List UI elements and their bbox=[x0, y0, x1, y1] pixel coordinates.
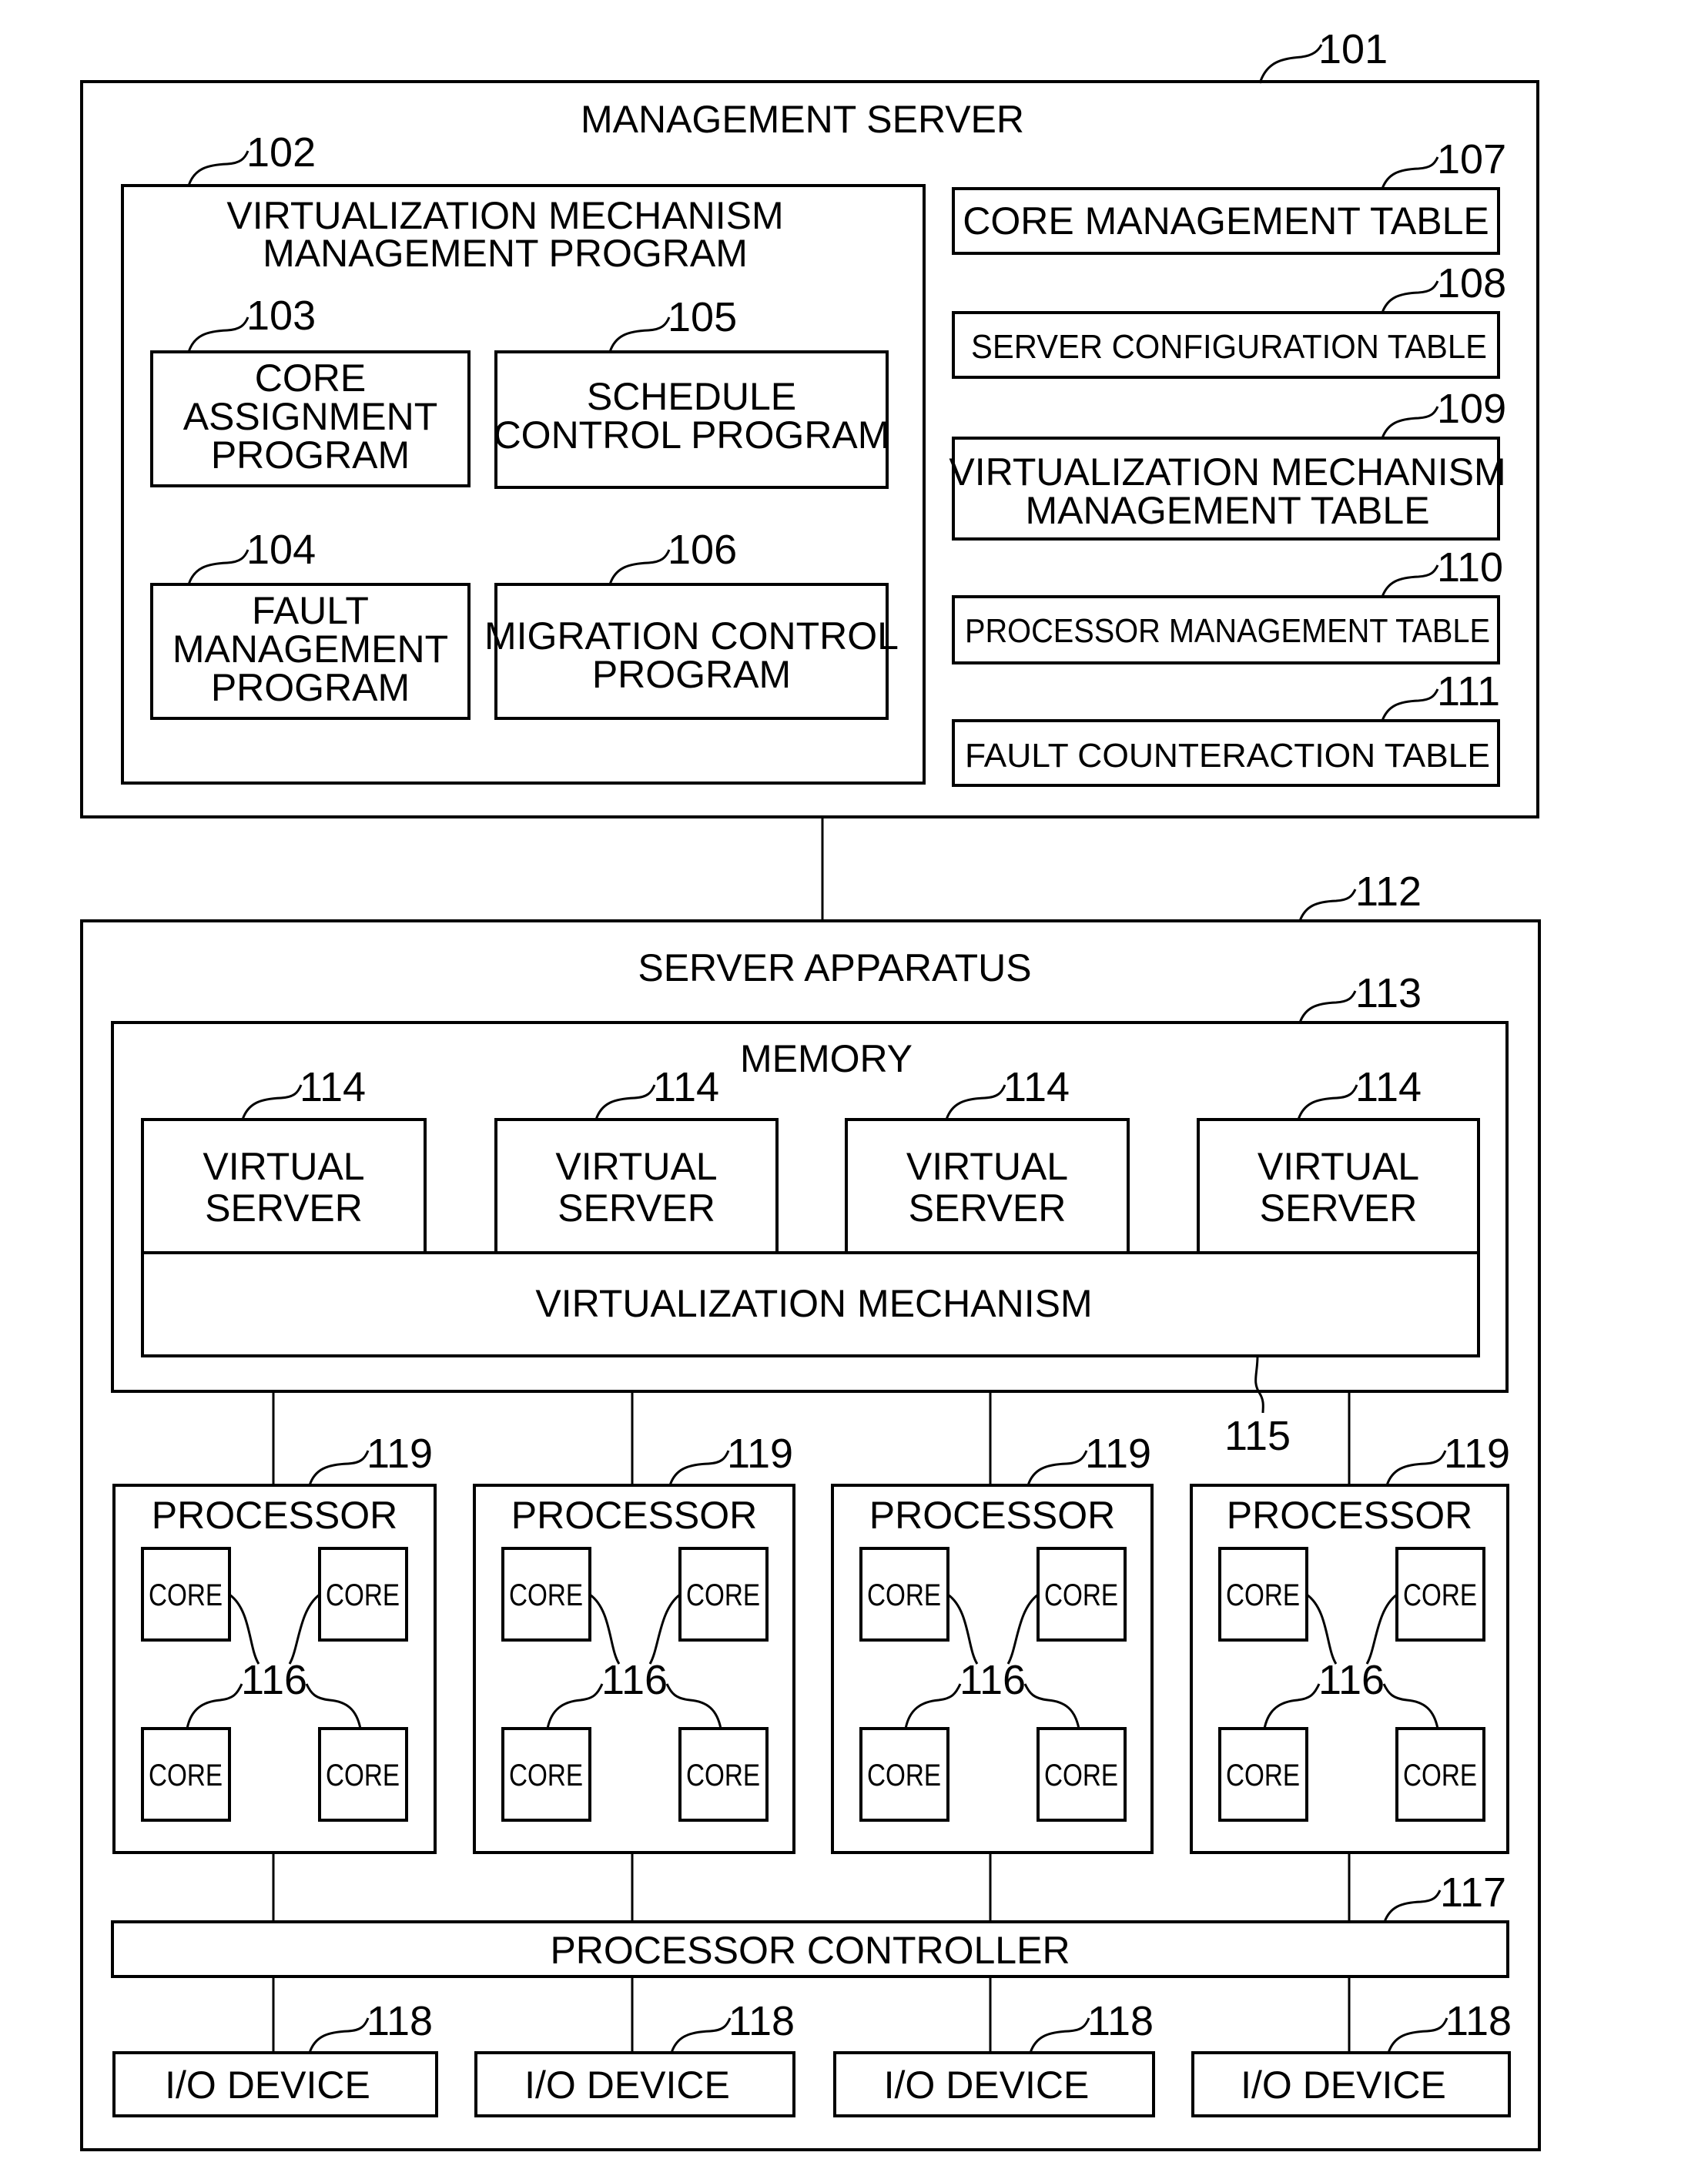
ref-114: 114 bbox=[1003, 1064, 1070, 1110]
ref-105: 105 bbox=[668, 294, 737, 340]
ref-112: 112 bbox=[1355, 869, 1422, 915]
ref-102: 102 bbox=[246, 129, 316, 176]
processor-title: PROCESSOR bbox=[152, 1494, 398, 1537]
core-management-table-label: CORE MANAGEMENT TABLE bbox=[963, 199, 1489, 243]
core-label: CORE bbox=[509, 1759, 583, 1792]
virtual-server-label-line2: SERVER bbox=[205, 1187, 363, 1230]
ref-116: 116 bbox=[959, 1657, 1026, 1703]
core-assignment-line2: ASSIGNMENT bbox=[183, 395, 438, 438]
vm-management-program-title-line1: VIRTUALIZATION MECHANISM bbox=[226, 194, 783, 237]
fault-management-line3: PROGRAM bbox=[211, 666, 410, 709]
ref-104: 104 bbox=[246, 527, 316, 573]
ref-113: 113 bbox=[1355, 970, 1422, 1016]
core-label: CORE bbox=[867, 1759, 941, 1792]
core-label: CORE bbox=[326, 1578, 400, 1612]
core-label: CORE bbox=[1226, 1578, 1300, 1612]
processor-title: PROCESSOR bbox=[511, 1494, 758, 1537]
virtual-server-label-line1: VIRTUAL bbox=[203, 1145, 364, 1188]
ref-117: 117 bbox=[1440, 1869, 1506, 1916]
virtual-server-label-line2: SERVER bbox=[558, 1187, 715, 1230]
processor-title: PROCESSOR bbox=[1227, 1494, 1473, 1537]
ref-115: 115 bbox=[1224, 1413, 1291, 1459]
virtual-server-label-line1: VIRTUAL bbox=[906, 1145, 1068, 1188]
core-assignment-line3: PROGRAM bbox=[211, 433, 410, 477]
ref-114: 114 bbox=[653, 1064, 719, 1110]
io-device-label: I/O DEVICE bbox=[1241, 2064, 1446, 2107]
management-server-title: MANAGEMENT SERVER bbox=[581, 98, 1024, 141]
ref-111: 111 bbox=[1437, 668, 1500, 715]
processor-title: PROCESSOR bbox=[869, 1494, 1116, 1537]
vm-management-table-line2: MANAGEMENT TABLE bbox=[1025, 489, 1429, 532]
ref-118: 118 bbox=[1445, 1998, 1512, 2044]
virtualization-mechanism-label: VIRTUALIZATION MECHANISM bbox=[535, 1282, 1092, 1325]
ref-leader-112 bbox=[1298, 889, 1357, 922]
ref-106: 106 bbox=[668, 527, 737, 573]
core-label: CORE bbox=[1044, 1759, 1118, 1792]
ref-101: 101 bbox=[1318, 26, 1388, 72]
virtual-server-label-line1: VIRTUAL bbox=[555, 1145, 717, 1188]
management-server: 101 MANAGEMENT SERVER 102 VIRTUALIZATION… bbox=[80, 26, 1539, 818]
ref-114: 114 bbox=[1355, 1064, 1422, 1110]
core-label: CORE bbox=[686, 1759, 760, 1792]
fault-counteraction-table-label: FAULT COUNTERACTION TABLE bbox=[965, 737, 1490, 775]
core-label: CORE bbox=[686, 1578, 760, 1612]
ref-110: 110 bbox=[1437, 544, 1503, 591]
ref-118: 118 bbox=[367, 1998, 433, 2044]
migration-control-line2: PROGRAM bbox=[592, 653, 791, 696]
server-apparatus: 112 SERVER APPARATUS 113 MEMORY 114 VIRTU… bbox=[80, 869, 1541, 2151]
ref-119: 119 bbox=[1085, 1431, 1151, 1477]
io-device-label: I/O DEVICE bbox=[165, 2064, 370, 2107]
vm-management-table-line1: VIRTUALIZATION MECHANISM bbox=[949, 450, 1505, 494]
server-apparatus-title: SERVER APPARATUS bbox=[638, 946, 1031, 989]
processor-management-table-label: PROCESSOR MANAGEMENT TABLE bbox=[965, 612, 1490, 650]
vm-management-program-title-line2: MANAGEMENT PROGRAM bbox=[263, 232, 748, 275]
io-device-label: I/O DEVICE bbox=[884, 2064, 1090, 2107]
ref-116: 116 bbox=[1318, 1657, 1385, 1703]
schedule-control-line1: SCHEDULE bbox=[587, 375, 796, 418]
virtual-server-label-line2: SERVER bbox=[909, 1187, 1067, 1230]
ref-118: 118 bbox=[1087, 1998, 1154, 2044]
virtual-server-label-line2: SERVER bbox=[1260, 1187, 1418, 1230]
vm-management-program: 102 VIRTUALIZATION MECHANISM MANAGEMENT … bbox=[121, 129, 926, 785]
system-block-diagram: 101 MANAGEMENT SERVER 102 VIRTUALIZATION… bbox=[80, 26, 1541, 2151]
core-label: CORE bbox=[149, 1578, 223, 1612]
core-label: CORE bbox=[1403, 1578, 1477, 1612]
core-label: CORE bbox=[149, 1759, 223, 1792]
memory-title: MEMORY bbox=[740, 1037, 913, 1080]
processor-controller-label: PROCESSOR CONTROLLER bbox=[550, 1929, 1070, 1972]
core-label: CORE bbox=[1403, 1759, 1477, 1792]
core-label: CORE bbox=[509, 1578, 583, 1612]
virtual-server-label-line1: VIRTUAL bbox=[1258, 1145, 1419, 1188]
ref-114: 114 bbox=[300, 1064, 366, 1110]
fault-management-line2: MANAGEMENT bbox=[172, 628, 448, 671]
fault-management-line1: FAULT bbox=[252, 589, 369, 632]
schedule-control-line2: CONTROL PROGRAM bbox=[494, 413, 890, 457]
core-label: CORE bbox=[326, 1759, 400, 1792]
ref-119: 119 bbox=[727, 1431, 793, 1477]
ref-116: 116 bbox=[601, 1657, 668, 1703]
io-device-label: I/O DEVICE bbox=[524, 2064, 730, 2107]
ref-118: 118 bbox=[728, 1998, 795, 2044]
memory: 113 MEMORY 114VIRTUALSERVER114VIRTUALSER… bbox=[111, 970, 1509, 1393]
core-assignment-line1: CORE bbox=[255, 356, 366, 400]
ref-109: 109 bbox=[1437, 386, 1506, 432]
ref-116: 116 bbox=[241, 1657, 307, 1703]
ref-119: 119 bbox=[1444, 1431, 1510, 1477]
server-configuration-table-label: SERVER CONFIGURATION TABLE bbox=[971, 328, 1487, 366]
ref-108: 108 bbox=[1437, 260, 1506, 306]
ref-103: 103 bbox=[246, 293, 316, 339]
core-label: CORE bbox=[867, 1578, 941, 1612]
migration-control-line1: MIGRATION CONTROL bbox=[484, 614, 899, 658]
ref-leader-101 bbox=[1258, 44, 1323, 84]
ref-107: 107 bbox=[1437, 136, 1506, 182]
virtualization-mechanism: VIRTUALIZATION MECHANISM bbox=[141, 1251, 1480, 1357]
core-label: CORE bbox=[1044, 1578, 1118, 1612]
core-label: CORE bbox=[1226, 1759, 1300, 1792]
ref-119: 119 bbox=[367, 1431, 433, 1477]
